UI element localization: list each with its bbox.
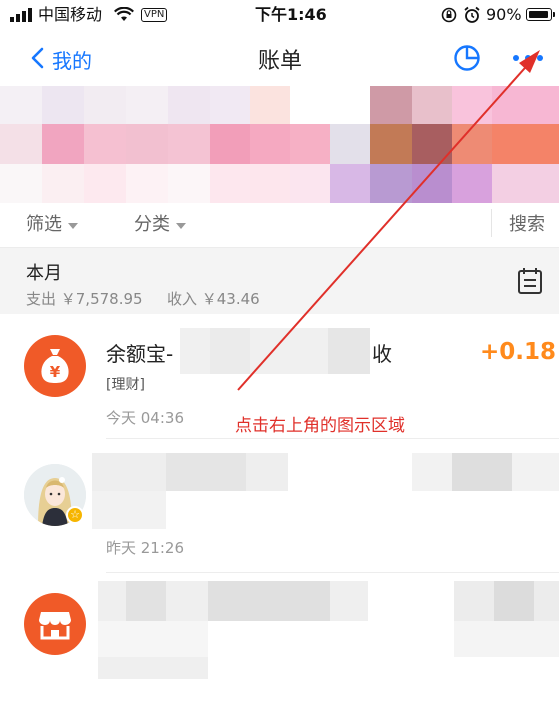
annotation-text: 点击右上角的图示区域 <box>235 416 405 436</box>
annotation-arrow <box>237 50 540 391</box>
